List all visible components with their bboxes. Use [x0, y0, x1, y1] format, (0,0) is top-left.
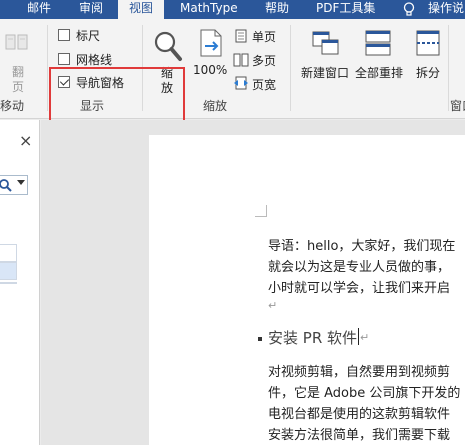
paragraph-mark: ↵	[268, 299, 278, 312]
ruler-label: 标尺	[76, 29, 101, 43]
paragraph-line[interactable]: 对视频剪辑，自然要用到视频剪	[268, 361, 450, 380]
one-page-icon[interactable]	[234, 29, 248, 43]
tab-view[interactable]: 视图	[118, 0, 164, 19]
heading-bullet	[258, 337, 262, 341]
new-window-icon[interactable]	[311, 29, 341, 57]
nav-heading-item[interactable]	[0, 244, 17, 262]
paragraph-line[interactable]: 件，它是 Adobe 公司旗下开发的	[268, 382, 460, 401]
ruler-checkbox[interactable]	[58, 29, 70, 41]
arrange-all-label[interactable]: 全部重排	[355, 64, 403, 81]
document-heading[interactable]: 安装 PR 软件	[268, 327, 357, 348]
ribbon-tab-bar: 邮件 审阅 视图 MathType 帮助 PDF工具集 操作说	[0, 0, 465, 19]
multi-page-icon[interactable]	[233, 53, 249, 67]
group-separator	[448, 25, 449, 111]
page-width-label[interactable]: 页宽	[252, 76, 276, 93]
paragraph-line[interactable]: 导语：hello，大家好，我们现在	[268, 235, 455, 254]
gridlines-label: 网格线	[76, 53, 113, 67]
tab-mail[interactable]: 邮件	[27, 0, 51, 19]
group-separator	[47, 25, 48, 111]
arrange-all-icon[interactable]	[364, 29, 392, 57]
paragraph-line[interactable]: 安装方法很简单，我们需要下载	[268, 424, 450, 443]
search-icon[interactable]	[0, 177, 14, 193]
gridlines-checkbox[interactable]	[58, 53, 70, 65]
paragraph-line[interactable]: 就会以为这是专业人员做的事，	[268, 256, 450, 275]
zoom-group-label: 缩放	[203, 99, 228, 113]
paragraph-line[interactable]: 电视台都是使用的这款剪辑软件	[268, 403, 450, 422]
page-movement-icon[interactable]	[4, 33, 30, 53]
split-icon[interactable]	[415, 29, 441, 57]
group-separator	[290, 25, 291, 111]
one-page-label[interactable]: 单页	[252, 28, 276, 45]
close-icon[interactable]: ×	[19, 131, 32, 150]
move-group-label: 移动	[0, 99, 25, 113]
page-width-icon[interactable]	[233, 76, 249, 90]
flip-label-bottom: 页	[12, 80, 25, 94]
paragraph-mark: ↵	[360, 331, 370, 344]
window-group-label: 窗口	[450, 99, 465, 113]
split-label[interactable]: 拆分	[416, 64, 440, 81]
tab-help[interactable]: 帮助	[265, 0, 289, 19]
highlight-box	[49, 67, 185, 125]
new-window-label[interactable]: 新建窗口	[301, 64, 349, 81]
tab-tell-me[interactable]: 操作说	[428, 0, 464, 19]
tab-review[interactable]: 审阅	[79, 0, 103, 19]
chevron-down-icon[interactable]	[17, 180, 25, 185]
hundred-percent-label[interactable]: 100%	[193, 63, 227, 77]
multi-page-label[interactable]: 多页	[252, 52, 276, 69]
hundred-percent-icon[interactable]	[197, 28, 225, 58]
tab-pdf-tools[interactable]: PDF工具集	[316, 0, 375, 19]
text-cursor	[358, 328, 359, 345]
margin-corner-mark	[255, 205, 267, 217]
magnifier-icon[interactable]	[152, 29, 184, 63]
nav-heading-item-selected[interactable]	[0, 262, 17, 280]
lightbulb-icon[interactable]	[401, 1, 417, 18]
tab-mathtype[interactable]: MathType	[180, 0, 238, 19]
paragraph-line[interactable]: 小时就可以学会，让我们来开启	[268, 277, 450, 296]
nav-divider	[0, 282, 17, 284]
